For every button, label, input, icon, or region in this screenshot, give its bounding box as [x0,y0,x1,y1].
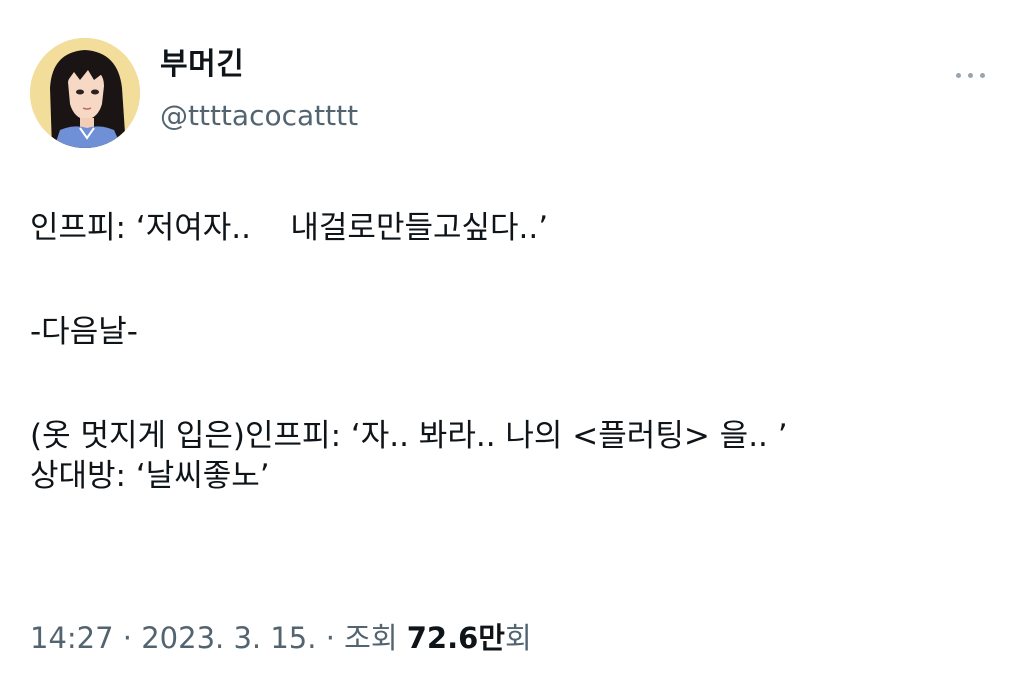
views-label: 조회 [344,621,398,655]
views-suffix: 회 [504,621,532,655]
anime-girl-avatar-icon [30,38,140,148]
tweet: 부머긴 @ttttacocatttt 인프피: ‘저여자.. 내걸로만들고싶다.… [0,0,1024,690]
meta-separator: · [113,621,142,655]
tweet-line: 인프피: ‘저여자.. 내걸로만들고싶다..’ [30,210,549,246]
views-count: 72.6만 [406,621,505,655]
more-horizontal-icon [955,72,985,78]
tweet-time[interactable]: 14:27 [30,621,114,655]
user-handle[interactable]: @ttttacocatttt [160,102,358,130]
display-name[interactable]: 부머긴 [160,50,244,80]
tweet-text: 인프피: ‘저여자.. 내걸로만들고싶다..’ -다음날- (옷 멋지게 입은)… [30,208,990,496]
tweet-line: 상대방: ‘날씨좋노’ [30,458,270,494]
tweet-date[interactable]: 2023. 3. 15. [141,621,316,655]
meta-separator: · [316,621,345,655]
tweet-meta: 14:27 · 2023. 3. 15. · 조회 72.6만회 [30,618,532,658]
more-options-button[interactable] [940,58,1000,92]
avatar[interactable] [30,38,140,148]
tweet-line: (옷 멋지게 입은)인프피: ‘자.. 봐라.. 나의 <플러팅> 을.. ’ [30,418,788,454]
tweet-line: -다음날- [30,314,138,350]
